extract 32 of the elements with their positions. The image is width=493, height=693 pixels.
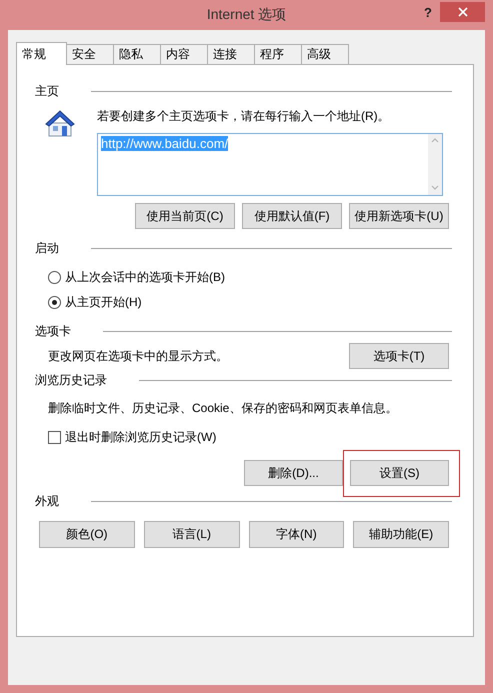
button[interactable]: 使用当前页(C) <box>135 203 235 229</box>
close-icon <box>458 7 468 17</box>
scrollbar <box>428 134 442 195</box>
window-title: Internet 选项 <box>206 6 286 24</box>
section-heading: 启动 <box>35 240 59 256</box>
description-text: 更改网页在选项卡中的显示方式。 <box>48 348 228 364</box>
section-heading: 外观 <box>35 492 59 510</box>
tab[interactable]: 高级 <box>301 44 349 64</box>
button[interactable]: 颜色(O) <box>39 521 135 548</box>
button[interactable]: 删除(D)... <box>244 460 343 486</box>
button[interactable]: 辅助功能(E) <box>353 521 449 548</box>
close-button[interactable] <box>440 2 485 22</box>
tab[interactable]: 常规 <box>16 42 67 65</box>
radio-button[interactable] <box>48 296 61 308</box>
instruction-text: 若要创建多个主页选项卡，请在每行输入一个地址(R)。 <box>97 108 391 124</box>
button[interactable]: 使用新选项卡(U) <box>349 203 449 229</box>
button[interactable]: 字体(N) <box>248 521 344 548</box>
radio-button[interactable] <box>48 270 61 284</box>
help-button[interactable]: ? <box>419 2 437 22</box>
checkbox[interactable] <box>48 430 61 444</box>
button[interactable]: 选项卡(T) <box>349 343 449 369</box>
section-heading: 主页 <box>35 82 59 100</box>
button[interactable]: 语言(L) <box>144 521 240 548</box>
button[interactable]: 使用默认值(F) <box>242 203 342 229</box>
house-icon <box>44 108 76 138</box>
checkbox-option[interactable]: 退出时删除浏览历史记录(W) <box>35 429 449 445</box>
section-heading: 选项卡 <box>35 322 71 340</box>
radio-option[interactable]: 从上次会话中的选项卡开始(B) <box>48 269 449 285</box>
radio-option[interactable]: 从主页开始(H) <box>48 294 449 310</box>
section-heading: 浏览历史记录 <box>35 372 107 388</box>
description-text: 删除临时文件、历史记录、Cookie、保存的密码和网页表单信息。 <box>47 400 398 416</box>
button[interactable]: 设置(S) <box>350 460 449 486</box>
